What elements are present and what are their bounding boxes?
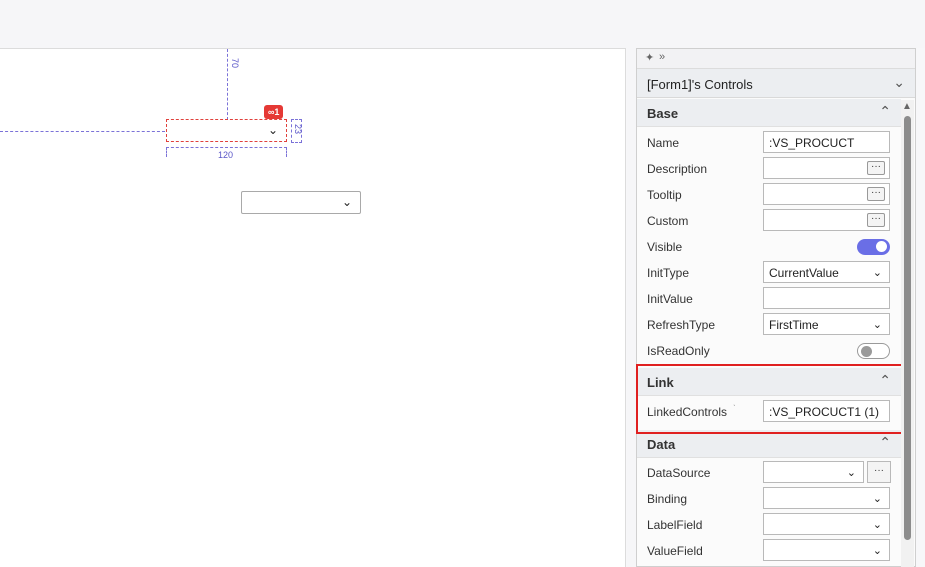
section-base-title: Base bbox=[647, 106, 679, 121]
design-canvas[interactable] bbox=[0, 48, 626, 567]
row-name-label: Name bbox=[647, 136, 680, 150]
ellipsis-button[interactable]: ··· bbox=[867, 187, 885, 201]
row-tooltip-label: Tooltip bbox=[647, 188, 682, 202]
datasource-select[interactable]: ⌄ bbox=[763, 461, 864, 483]
row-name: Name :VS_PROCUCT bbox=[637, 130, 901, 156]
linked-combobox[interactable]: ⌄ bbox=[241, 191, 361, 214]
row-visible: Visible bbox=[637, 234, 901, 260]
row-inittype: InitType CurrentValue ⌄ bbox=[637, 260, 901, 286]
chevron-down-icon: ⌄ bbox=[341, 195, 352, 209]
properties-panel: ✦ » [Form1]'s Controls ⌄ Base ⌃ Name :VS… bbox=[636, 48, 916, 567]
row-inittype-label: InitType bbox=[647, 266, 690, 280]
section-base[interactable]: Base ⌃ bbox=[637, 99, 901, 127]
scroll-up-icon[interactable]: ▲ bbox=[902, 101, 912, 112]
top-toolbar bbox=[0, 0, 925, 48]
row-custom-label: Custom bbox=[647, 214, 689, 228]
chevron-down-icon: ⌄ bbox=[872, 545, 882, 557]
chevron-down-icon: ⌄ bbox=[846, 467, 856, 479]
toggle-knob bbox=[861, 346, 872, 357]
panel-header[interactable]: [Form1]'s Controls ⌄ bbox=[637, 69, 915, 98]
description-input[interactable]: ··· bbox=[763, 157, 890, 179]
isreadonly-toggle[interactable] bbox=[857, 343, 890, 359]
scrollbar-thumb[interactable] bbox=[904, 116, 911, 540]
panel-gap bbox=[627, 48, 636, 567]
row-datasource-label: DataSource bbox=[647, 466, 711, 480]
section-data-title: Data bbox=[647, 437, 676, 452]
custom-input[interactable]: ··· bbox=[763, 209, 890, 231]
chevron-down-icon: ⌄ bbox=[872, 267, 882, 279]
chevron-down-icon[interactable]: ⌄ bbox=[893, 74, 905, 91]
link-badge: ∞1 bbox=[264, 105, 284, 119]
refreshtype-select[interactable]: FirstTime ⌄ bbox=[763, 313, 890, 335]
chevron-up-icon[interactable]: ⌃ bbox=[879, 103, 891, 120]
app-root: 70 23 120 ⌄ ∞1 ⌄ ✦ » [Form1]'s Controls … bbox=[0, 0, 925, 567]
row-refreshtype: RefreshType FirstTime ⌄ bbox=[637, 312, 901, 338]
binding-select[interactable]: ⌄ bbox=[763, 487, 890, 509]
row-binding: Binding ⌄ bbox=[637, 486, 901, 512]
dimension-top-label: 70 bbox=[230, 58, 240, 69]
row-tooltip: Tooltip ··· bbox=[637, 182, 901, 208]
pin-icon[interactable]: ✦ bbox=[645, 51, 654, 64]
panel-toolbar: ✦ » bbox=[637, 49, 915, 69]
row-initvalue-label: InitValue bbox=[647, 292, 693, 306]
row-visible-label: Visible bbox=[647, 240, 683, 254]
dimension-right-label: 23 bbox=[293, 124, 303, 135]
selected-combobox[interactable]: ⌄ bbox=[166, 119, 287, 142]
row-isreadonly-label: IsReadOnly bbox=[647, 344, 710, 358]
ellipsis-button[interactable]: ··· bbox=[867, 213, 885, 227]
name-input[interactable]: :VS_PROCUCT bbox=[763, 131, 890, 153]
inittype-select[interactable]: CurrentValue ⌄ bbox=[763, 261, 890, 283]
row-isreadonly: IsReadOnly bbox=[637, 338, 901, 364]
inittype-value: CurrentValue bbox=[769, 266, 839, 280]
chevron-down-icon: ⌄ bbox=[872, 493, 882, 505]
chevron-up-icon[interactable]: ⌃ bbox=[879, 434, 891, 451]
double-chevron-right-icon[interactable]: » bbox=[659, 51, 665, 63]
row-labelfield: LabelField ⌄ bbox=[637, 512, 901, 538]
chevron-down-icon: ⌄ bbox=[872, 319, 882, 331]
dimension-bottom-label: 120 bbox=[218, 150, 234, 160]
row-valuefield: ValueField ⌄ bbox=[637, 538, 901, 564]
row-refreshtype-label: RefreshType bbox=[647, 318, 716, 332]
row-custom: Custom ··· bbox=[637, 208, 901, 234]
visible-toggle[interactable] bbox=[857, 239, 890, 255]
row-datasource: DataSource ⌄ ··· bbox=[637, 460, 901, 486]
section-data[interactable]: Data ⌃ bbox=[637, 430, 901, 458]
row-description: Description ··· bbox=[637, 156, 901, 182]
refreshtype-value: FirstTime bbox=[769, 318, 819, 332]
chevron-down-icon: ⌄ bbox=[267, 123, 278, 137]
row-description-label: Description bbox=[647, 162, 708, 176]
chevron-down-icon: ⌄ bbox=[872, 519, 882, 531]
tooltip-input[interactable]: ··· bbox=[763, 183, 890, 205]
link-section-highlight bbox=[636, 364, 906, 434]
panel-title: [Form1]'s Controls bbox=[647, 77, 753, 92]
row-labelfield-label: LabelField bbox=[647, 518, 703, 532]
guide-vertical bbox=[227, 49, 228, 120]
row-valuefield-label: ValueField bbox=[647, 544, 703, 558]
datasource-ellipsis-button[interactable]: ··· bbox=[867, 461, 891, 483]
labelfield-select[interactable]: ⌄ bbox=[763, 513, 890, 535]
row-binding-label: Binding bbox=[647, 492, 688, 506]
ellipsis-button[interactable]: ··· bbox=[867, 161, 885, 175]
toggle-knob bbox=[876, 241, 887, 252]
valuefield-select[interactable]: ⌄ bbox=[763, 539, 890, 561]
row-initvalue: InitValue bbox=[637, 286, 901, 312]
guide-horizontal bbox=[0, 131, 165, 132]
initvalue-input[interactable] bbox=[763, 287, 890, 309]
